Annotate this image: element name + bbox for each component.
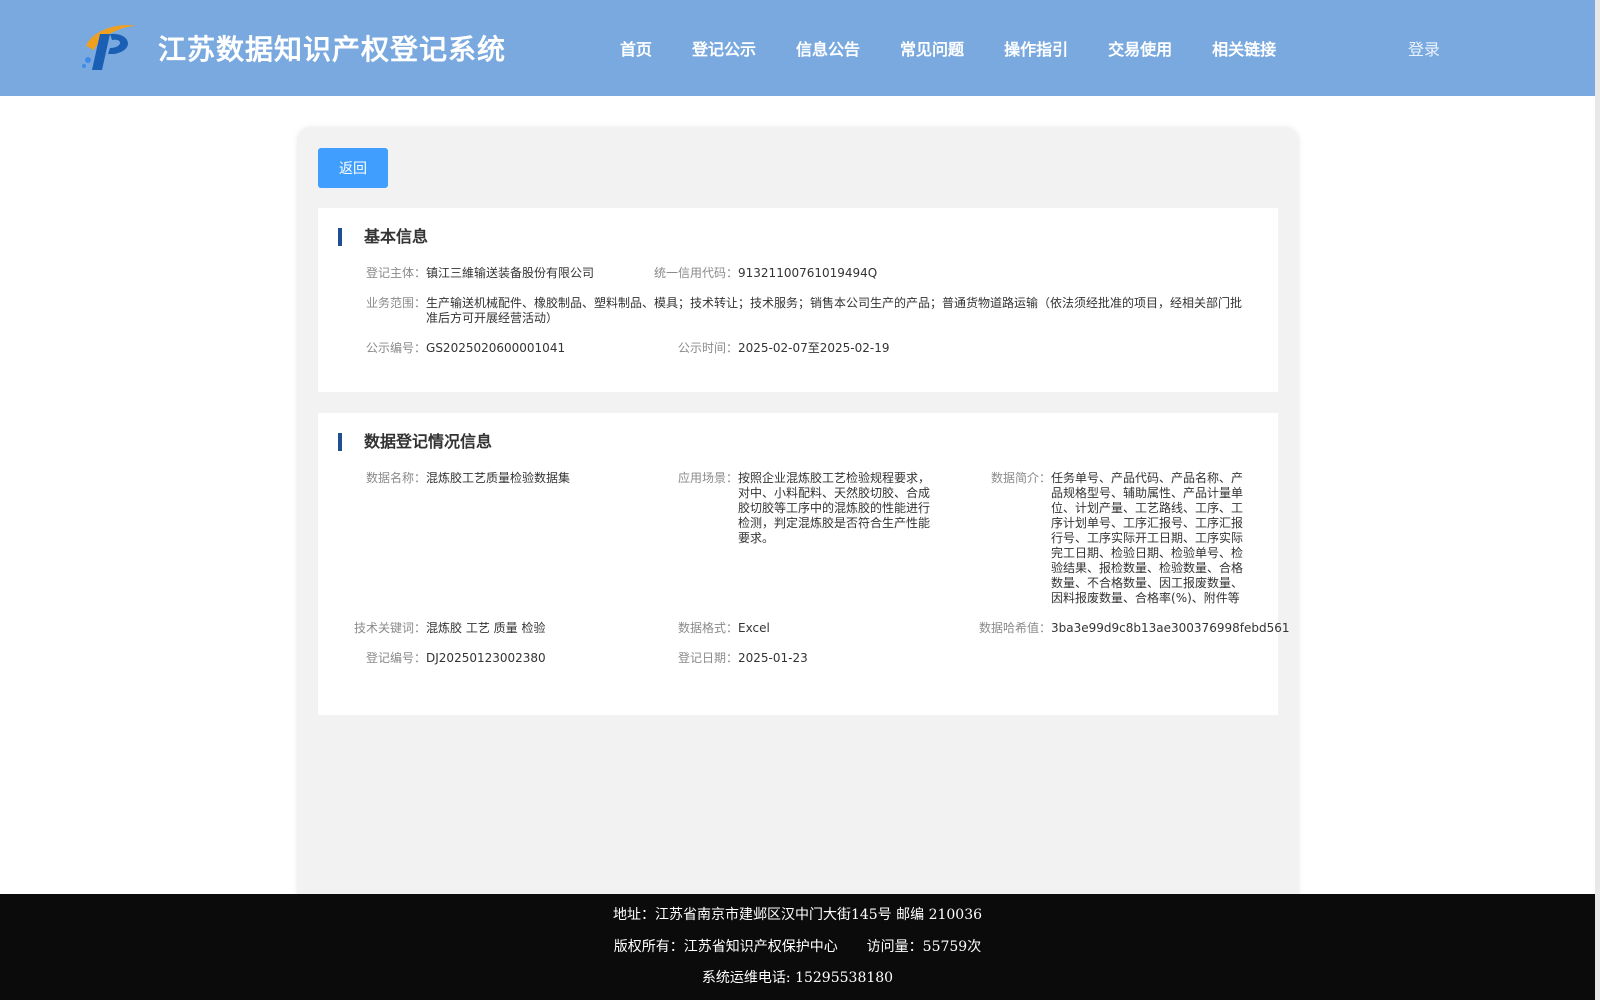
keywords-value: 混炼胶 工艺 质量 检验 xyxy=(426,621,546,635)
scope-value: 生产输送机械配件、橡胶制品、塑料制品、模具；技术转让；技术服务；销售本公司生产的… xyxy=(426,296,1243,325)
notice-no-field: 公示编号： GS2025020600001041 xyxy=(366,341,565,356)
hash-field: 数据哈希值： 3ba3e99d9c8b13ae300376998febd561 xyxy=(979,621,1289,636)
notice-time-field: 公示时间： 2025-02-07至2025-02-19 xyxy=(678,341,890,356)
detail-panel: 返回 基本信息 登记主体： 镇江三維输送装备股份有限公司 统一信用代码： 913… xyxy=(297,127,1299,907)
reg-date-value: 2025-01-23 xyxy=(738,651,808,665)
data-registration-card: 数据登记情况信息 数据名称： 混炼胶工艺质量检验数据集 应用场景： 按照企业混炼… xyxy=(318,413,1289,715)
basic-info-card: 基本信息 登记主体： 镇江三維输送装备股份有限公司 统一信用代码： 913211… xyxy=(318,208,1278,392)
site-header: 江苏数据知识产权登记系统 首页 登记公示 信息公告 常见问题 操作指引 交易使用… xyxy=(0,0,1595,96)
subject-label: 登记主体： xyxy=(366,266,427,280)
notice-time-label: 公示时间： xyxy=(678,341,739,355)
footer-address: 地址：江苏省南京市建邺区汉中门大街145号 邮编 210036 xyxy=(612,907,983,923)
credit-code-value: 91321100761019494Q xyxy=(738,266,878,280)
nav-announcements[interactable]: 信息公告 xyxy=(796,36,860,60)
scrollbar[interactable] xyxy=(1595,0,1600,1000)
reg-date-field: 登记日期： 2025-01-23 xyxy=(678,651,808,666)
scope-label: 业务范围： xyxy=(366,296,427,310)
login-link[interactable]: 登录 xyxy=(1408,36,1440,60)
scene-label: 应用场景： xyxy=(678,471,739,485)
intro-value: 任务单号、产品代码、产品名称、产品规格型号、辅助属性、产品计量单位、计划产量、工… xyxy=(1051,471,1244,605)
scope-field: 业务范围： 生产输送机械配件、橡胶制品、塑料制品、模具；技术转让；技术服务；销售… xyxy=(366,296,1246,326)
data-name-label: 数据名称： xyxy=(366,471,427,485)
hash-value: 3ba3e99d9c8b13ae300376998febd561 xyxy=(1051,621,1290,635)
ip-logo-icon[interactable] xyxy=(80,20,140,72)
subject-value: 镇江三維输送装备股份有限公司 xyxy=(426,266,595,280)
footer-copyright-row: 版权所有：江苏省知识产权保护中心 访问量：55759次 xyxy=(0,936,1595,956)
reg-no-value: DJ20250123002380 xyxy=(426,651,546,665)
nav-home[interactable]: 首页 xyxy=(620,36,652,60)
reg-no-label: 登记编号： xyxy=(366,651,427,665)
notice-no-value: GS2025020600001041 xyxy=(426,341,566,355)
data-registration-title: 数据登记情况信息 xyxy=(338,433,492,451)
keywords-field: 技术关键词： 混炼胶 工艺 质量 检验 xyxy=(354,621,545,636)
reg-no-field: 登记编号： DJ20250123002380 xyxy=(366,651,546,666)
credit-code-label: 统一信用代码： xyxy=(654,266,739,280)
format-field: 数据格式： Excel xyxy=(678,621,770,636)
nav-links[interactable]: 相关链接 xyxy=(1212,36,1276,60)
nav-trade-use[interactable]: 交易使用 xyxy=(1108,36,1172,60)
keywords-label: 技术关键词： xyxy=(354,621,427,635)
nav-guide[interactable]: 操作指引 xyxy=(1004,36,1068,60)
intro-field: 数据简介： 任务单号、产品代码、产品名称、产品规格型号、辅助属性、产品计量单位、… xyxy=(991,471,1251,606)
credit-code-field: 统一信用代码： 91321100761019494Q xyxy=(654,266,877,281)
hash-label: 数据哈希值： xyxy=(979,621,1052,635)
reg-date-label: 登记日期： xyxy=(678,651,739,665)
nav-faq[interactable]: 常见问题 xyxy=(900,36,964,60)
site-footer: 地址：江苏省南京市建邺区汉中门大街145号 邮编 210036 版权所有：江苏省… xyxy=(0,894,1595,1000)
data-name-field: 数据名称： 混炼胶工艺质量检验数据集 xyxy=(366,471,626,486)
scene-value: 按照企业混炼胶工艺检验规程要求，对中、小料配料、天然胶切胶、合成胶切胶等工序中的… xyxy=(738,471,931,545)
main-nav: 首页 登记公示 信息公告 常见问题 操作指引 交易使用 相关链接 xyxy=(620,0,1316,96)
format-label: 数据格式： xyxy=(678,621,739,635)
footer-hotline: 系统运维电话: 15295538180 xyxy=(701,970,894,986)
subject-field: 登记主体： 镇江三維输送装备股份有限公司 xyxy=(366,266,594,281)
scene-field: 应用场景： 按照企业混炼胶工艺检验规程要求，对中、小料配料、天然胶切胶、合成胶切… xyxy=(678,471,934,546)
footer-visits: 访问量：55759次 xyxy=(866,939,982,955)
notice-no-label: 公示编号： xyxy=(366,341,427,355)
notice-time-value: 2025-02-07至2025-02-19 xyxy=(738,341,890,355)
basic-info-title: 基本信息 xyxy=(338,228,428,246)
nav-registration-notice[interactable]: 登记公示 xyxy=(692,36,756,60)
footer-copyright: 版权所有：江苏省知识产权保护中心 xyxy=(613,939,838,955)
data-name-value: 混炼胶工艺质量检验数据集 xyxy=(426,471,571,485)
back-button[interactable]: 返回 xyxy=(318,148,388,188)
intro-label: 数据简介： xyxy=(991,471,1052,485)
format-value: Excel xyxy=(738,621,770,635)
site-title: 江苏数据知识产权登记系统 xyxy=(158,33,507,66)
